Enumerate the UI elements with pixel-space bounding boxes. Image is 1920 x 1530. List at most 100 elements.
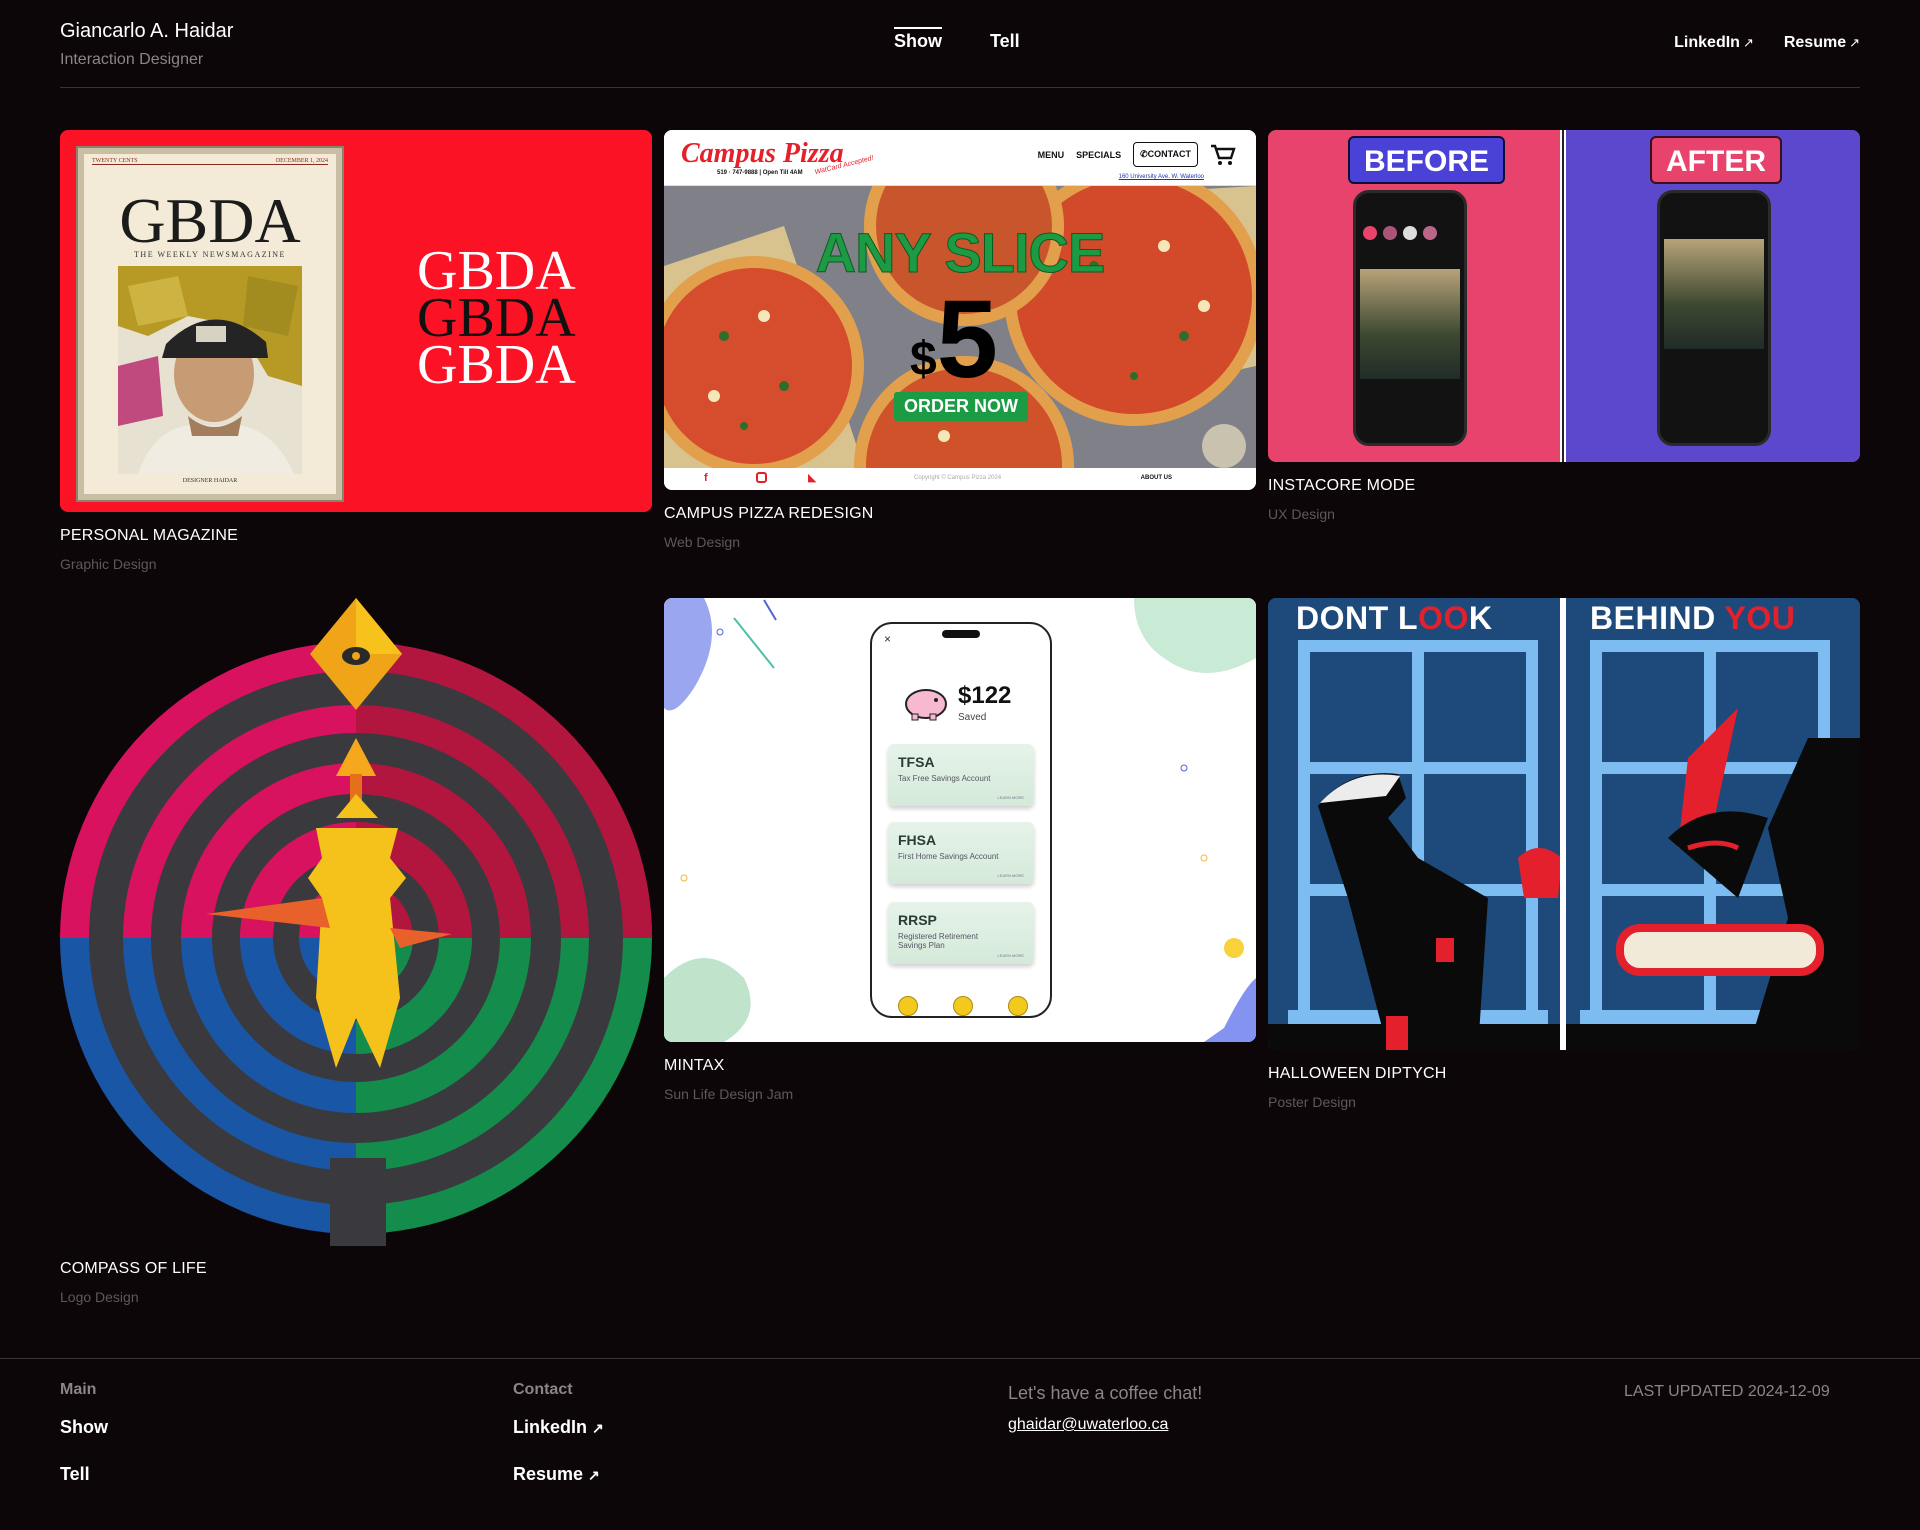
linkedin-label: LinkedIn — [513, 1417, 588, 1437]
halloween-left-title: DONT LOOK — [1296, 600, 1492, 637]
resume-label: Resume — [513, 1464, 584, 1484]
nav-tell[interactable]: Tell — [990, 31, 1020, 55]
site-header: Giancarlo A. Haidar Interaction Designer… — [60, 0, 1860, 88]
tab-dot — [898, 996, 918, 1016]
magazine-subtitle: THE WEEKLY NEWSMAGAZINE — [134, 250, 286, 259]
gbda-wordmark-stack: GBDA GBDA GBDA — [417, 243, 576, 396]
site-name[interactable]: Giancarlo A. Haidar — [60, 20, 233, 43]
resume-link[interactable]: Resume ↗ — [1784, 34, 1860, 52]
footer-main-heading: Main — [60, 1381, 97, 1398]
mintax-tab-bar — [898, 996, 1028, 1016]
piggy-bank-icon — [905, 689, 947, 721]
linkedin-label: LinkedIn — [1674, 34, 1740, 51]
account-desc: Registered Retirement Savings Plan — [898, 932, 979, 950]
account-card-rrsp: RRSP Registered Retirement Savings Plan … — [888, 902, 1034, 964]
magazine-caption: DESIGNER HAIDAR — [182, 478, 238, 484]
project-card-halloween[interactable]: DONT LOOK BEHIND YOU HALLOWEEN DIPTYCH P… — [1268, 598, 1860, 1112]
linkedin-link[interactable]: LinkedIn ↗ — [1674, 34, 1754, 52]
title-part: DONT L — [1296, 600, 1419, 636]
project-card-compass-of-life[interactable]: COMPASS OF LIFE Logo Design — [60, 598, 652, 1306]
phone-notch — [942, 630, 980, 638]
phone-before — [1353, 190, 1467, 446]
magazine-title: GBDA — [119, 185, 301, 256]
phone-icon: ✆ — [1140, 149, 1148, 159]
project-category: Graphic Design — [60, 556, 157, 572]
after-label: AFTER — [1650, 136, 1782, 184]
project-category: UX Design — [1268, 506, 1335, 522]
cart-icon — [1211, 144, 1236, 165]
footer-link-show[interactable]: Show — [60, 1417, 108, 1438]
arrow-up-right-icon: ↗ — [592, 1420, 604, 1436]
external-links: LinkedIn ↗ Resume ↗ — [1674, 34, 1860, 52]
close-icon: × — [884, 632, 892, 646]
phone-post-image — [1360, 269, 1460, 379]
arrow-up-right-icon: ↗ — [1849, 35, 1860, 50]
pizza-logo: Campus Pizza — [681, 138, 844, 169]
gbda-word: GBDA — [417, 334, 576, 396]
title-part: OO — [1418, 600, 1469, 636]
tab-dot — [1008, 996, 1028, 1016]
pizza-contact-button: ✆CONTACT — [1133, 142, 1198, 167]
twitter-icon: ◣ — [808, 472, 817, 484]
footer-link-tell[interactable]: Tell — [60, 1464, 108, 1485]
magazine-date: DECEMBER 1, 2024 — [275, 158, 328, 164]
pizza-hero: ANY SLICE $5 ORDER NOW — [664, 186, 1256, 468]
main-nav: Show Tell — [894, 27, 1020, 55]
project-title: MINTAX — [664, 1057, 725, 1074]
learn-more: LEARN MORE — [997, 953, 1024, 958]
title-part: K — [1468, 600, 1493, 636]
project-card-mintax[interactable]: × $122 Saved TFSA Tax Free Savings Accou… — [664, 598, 1256, 1104]
arrow-up-right-icon: ↗ — [1742, 35, 1754, 50]
project-thumbnail: DONT LOOK BEHIND YOU — [1268, 598, 1860, 1050]
footer-coffee-column: Let's have a coffee chat! ghaidar@uwater… — [1008, 1383, 1202, 1434]
account-name: TFSA — [898, 754, 935, 770]
account-name: RRSP — [898, 912, 937, 928]
project-thumbnail: Campus Pizza WatCard Accepted! 519 · 747… — [664, 130, 1256, 490]
compass-logo — [60, 598, 652, 1246]
title-part: YOU — [1724, 600, 1796, 636]
learn-more: LEARN MORE — [997, 873, 1024, 878]
last-updated-text: LAST UPDATED 2024-12-09 — [1624, 1383, 1830, 1400]
divider-line — [1562, 130, 1564, 462]
pizza-menu-item: MENU — [1037, 149, 1065, 160]
learn-more: LEARN MORE — [997, 795, 1024, 800]
project-card-personal-magazine[interactable]: TWENTY CENTS DECEMBER 1, 2024 GBDA THE W… — [60, 130, 652, 572]
arrow-up-right-icon: ↗ — [588, 1467, 600, 1483]
phone-post-image — [1664, 239, 1764, 349]
pizza-specials-item: SPECIALS — [1076, 149, 1122, 160]
facebook-icon: f — [704, 472, 708, 484]
footer-link-linkedin[interactable]: LinkedIn ↗ — [513, 1417, 604, 1438]
project-title: COMPASS OF LIFE — [60, 1260, 207, 1277]
magazine-price: TWENTY CENTS — [92, 158, 138, 164]
halloween-right-title: BEHIND YOU — [1590, 600, 1795, 637]
project-card-instacore[interactable]: BEFORE AFTER INSTACORE MODE UX Design — [1268, 130, 1860, 530]
pizza-price: $5 — [910, 276, 998, 403]
pizza-phone: 519 · 747-9888 | Open Till 4AM — [717, 170, 803, 176]
site-role: Interaction Designer — [60, 51, 204, 68]
savings-label: Saved — [958, 712, 987, 723]
portrait-image — [118, 266, 302, 474]
account-desc: Tax Free Savings Account — [898, 774, 991, 783]
phone-after — [1657, 190, 1771, 446]
footer-link-resume[interactable]: Resume ↗ — [513, 1464, 604, 1485]
footer-updated: LAST UPDATED 2024-12-09 — [1624, 1383, 1830, 1401]
pizza-menu: MENU SPECIALS ✆CONTACT — [1038, 142, 1236, 167]
project-thumbnail: × $122 Saved TFSA Tax Free Savings Accou… — [664, 598, 1256, 1042]
project-category: Poster Design — [1268, 1094, 1356, 1110]
account-desc: First Home Savings Account — [898, 852, 999, 861]
email-link[interactable]: ghaidar@uwaterloo.ca — [1008, 1416, 1168, 1434]
project-title: HALLOWEEN DIPTYCH — [1268, 1065, 1447, 1082]
project-category: Web Design — [664, 534, 741, 550]
account-card-fhsa: FHSA First Home Savings Account LEARN MO… — [888, 822, 1034, 884]
project-card-campus-pizza[interactable]: Campus Pizza WatCard Accepted! 519 · 747… — [664, 130, 1256, 550]
account-name: FHSA — [898, 832, 937, 848]
instagram-icon — [756, 472, 767, 483]
nav-show[interactable]: Show — [894, 27, 942, 55]
footer-main-column: Main Show Tell — [60, 1381, 108, 1485]
project-category: Logo Design — [60, 1289, 139, 1305]
footer-contact-column: Contact LinkedIn ↗ Resume ↗ — [513, 1381, 604, 1485]
project-title: INSTACORE MODE — [1268, 477, 1416, 494]
pizza-dollar: $ — [910, 333, 937, 386]
before-label: BEFORE — [1348, 136, 1506, 184]
pizza-order-button: ORDER NOW — [894, 392, 1028, 421]
